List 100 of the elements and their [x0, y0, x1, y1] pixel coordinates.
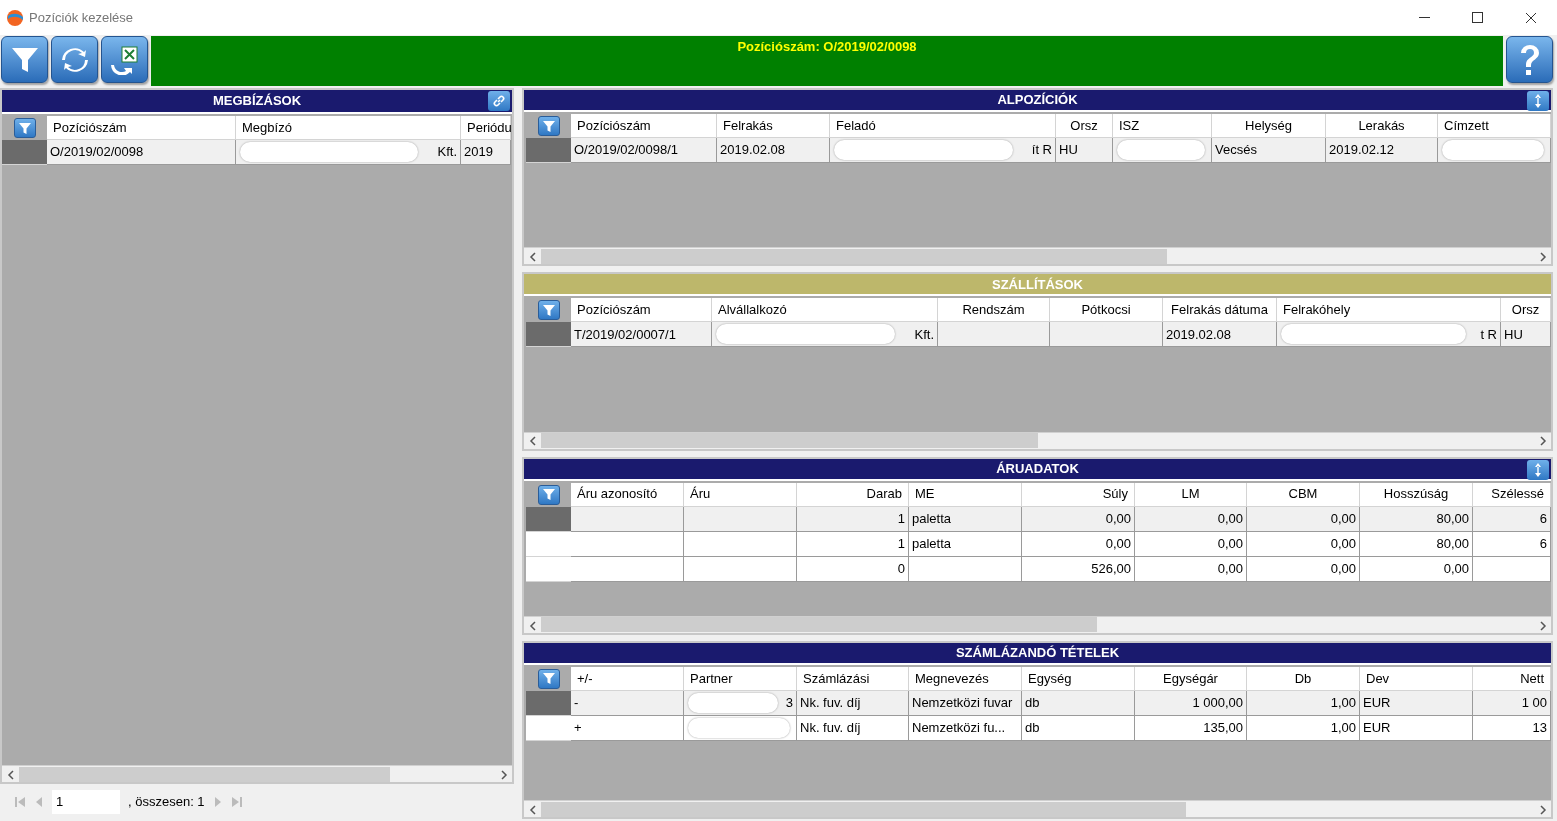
- page-field[interactable]: 1: [52, 789, 120, 814]
- table-cell: 1 000,00: [1135, 690, 1247, 716]
- minimize-icon: [1419, 16, 1430, 19]
- table-cell: 6: [1473, 531, 1551, 557]
- table-cell: 0,00: [1135, 531, 1247, 557]
- column-header[interactable]: +/-: [571, 666, 684, 691]
- column-header[interactable]: Periódu: [461, 116, 511, 140]
- total-pages: , összesen: 1: [128, 792, 205, 811]
- filter-icon[interactable]: [537, 668, 560, 689]
- column-header[interactable]: Feladó: [830, 114, 1056, 138]
- panel-title: ÁRUADATOK: [996, 459, 1079, 478]
- column-header[interactable]: Felrakás dátuma: [1163, 298, 1277, 323]
- app-logo-icon: [6, 8, 24, 27]
- table-cell: 1: [797, 506, 909, 532]
- column-header[interactable]: Lerakás: [1326, 114, 1438, 138]
- table-cell: 3: [684, 690, 797, 716]
- table-cell: HU: [1501, 322, 1551, 348]
- column-header[interactable]: Dev: [1360, 666, 1473, 691]
- panel-title: MEGBÍZÁSOK: [212, 92, 302, 111]
- column-header[interactable]: Egységár: [1135, 666, 1247, 691]
- column-header[interactable]: Pozíciószám: [571, 114, 717, 138]
- link-icon[interactable]: [488, 91, 510, 111]
- table-cell: 2019.02.08: [717, 138, 830, 163]
- column-header[interactable]: Rendszám: [938, 298, 1050, 323]
- column-header[interactable]: Helység: [1212, 114, 1326, 138]
- filter-icon[interactable]: [537, 300, 560, 321]
- table-cell: O/2019/02/0098: [47, 140, 236, 165]
- table-cell: ít R: [830, 138, 1056, 163]
- table-cell: 1,00: [1247, 690, 1360, 716]
- table-cell: 0,00: [1135, 506, 1247, 532]
- filter-icon[interactable]: [537, 116, 560, 136]
- help-button[interactable]: [1506, 36, 1553, 83]
- column-header[interactable]: Áru azonosító: [571, 482, 684, 507]
- column-header[interactable]: Pótkocsi: [1050, 298, 1163, 323]
- column-header[interactable]: Orsz: [1056, 114, 1113, 138]
- table-cell: 0,00: [1135, 556, 1247, 582]
- column-header[interactable]: Nett: [1473, 666, 1551, 691]
- table-cell: EUR: [1360, 690, 1473, 716]
- row-indicator[interactable]: [526, 690, 571, 716]
- table-cell: -: [571, 690, 684, 716]
- column-header[interactable]: Címzett: [1438, 114, 1551, 138]
- table-cell: +: [571, 715, 684, 741]
- column-header[interactable]: Szélessé: [1473, 482, 1551, 507]
- column-header[interactable]: Súly: [1022, 482, 1135, 507]
- column-header[interactable]: CBM: [1247, 482, 1360, 507]
- filter-button[interactable]: [1, 36, 48, 83]
- column-header[interactable]: Db: [1247, 666, 1360, 691]
- position-number: Pozíciószám: O/2019/02/0098: [737, 38, 917, 56]
- table-cell: 526,00: [1022, 556, 1135, 582]
- table-cell: Nemzetközi fu...: [909, 715, 1022, 741]
- column-header[interactable]: Felrakóhely: [1277, 298, 1501, 323]
- column-header[interactable]: ISZ: [1113, 114, 1212, 138]
- row-indicator[interactable]: [2, 140, 47, 165]
- row-indicator[interactable]: [526, 138, 571, 163]
- filter-icon: [9, 45, 40, 74]
- table-cell: 0,00: [1247, 556, 1360, 582]
- refresh-button[interactable]: [51, 36, 98, 83]
- table-cell: EUR: [1360, 715, 1473, 741]
- table-cell: 13: [1473, 715, 1551, 741]
- table-cell: 2019: [461, 140, 511, 165]
- column-header[interactable]: Számlázási: [797, 666, 909, 691]
- filter-icon[interactable]: [537, 484, 560, 505]
- export-excel-button[interactable]: [101, 36, 148, 83]
- column-header[interactable]: LM: [1135, 482, 1247, 507]
- column-header[interactable]: Darab: [797, 482, 909, 507]
- table-cell: 80,00: [1360, 506, 1473, 532]
- expand-icon[interactable]: [1527, 459, 1549, 480]
- table-cell: 0,00: [1247, 531, 1360, 557]
- table-cell: paletta: [909, 531, 1022, 557]
- column-header[interactable]: Hosszúság: [1360, 482, 1473, 507]
- window-title: Pozíciók kezelése: [29, 8, 134, 27]
- table-cell: 6: [1473, 506, 1551, 532]
- table-cell: 0,00: [1360, 556, 1473, 582]
- table-cell: 2019.02.12: [1326, 138, 1438, 163]
- column-header[interactable]: Pozíciószám: [47, 116, 236, 140]
- column-header[interactable]: Orsz: [1501, 298, 1551, 323]
- table-cell: db: [1022, 715, 1135, 741]
- spreadsheet-export-icon: [109, 44, 140, 75]
- column-header[interactable]: Megbízó: [236, 116, 461, 140]
- column-header[interactable]: Megnevezés: [909, 666, 1022, 691]
- table-cell: 0: [797, 556, 909, 582]
- row-indicator[interactable]: [526, 506, 571, 532]
- row-indicator[interactable]: [526, 322, 571, 348]
- table-cell: O/2019/02/0098/1: [571, 138, 717, 163]
- filter-icon[interactable]: [13, 118, 36, 138]
- table-cell: db: [1022, 690, 1135, 716]
- column-header[interactable]: ME: [909, 482, 1022, 507]
- close-icon: [1524, 11, 1537, 24]
- panel-title: SZÁLLÍTÁSOK: [992, 275, 1083, 294]
- table-cell: Nemzetközi fuvar: [909, 690, 1022, 716]
- panel-title: ALPOZÍCIÓK: [997, 91, 1078, 110]
- table-cell: 1,00: [1247, 715, 1360, 741]
- column-header[interactable]: Pozíciószám: [571, 298, 712, 323]
- column-header[interactable]: Alvállalkozó: [712, 298, 938, 323]
- table-cell: 0,00: [1247, 506, 1360, 532]
- column-header[interactable]: Felrakás: [717, 114, 830, 138]
- table-cell: paletta: [909, 506, 1022, 532]
- column-header[interactable]: Egység: [1022, 666, 1135, 691]
- column-header[interactable]: Áru: [684, 482, 797, 507]
- column-header[interactable]: Partner: [684, 666, 797, 691]
